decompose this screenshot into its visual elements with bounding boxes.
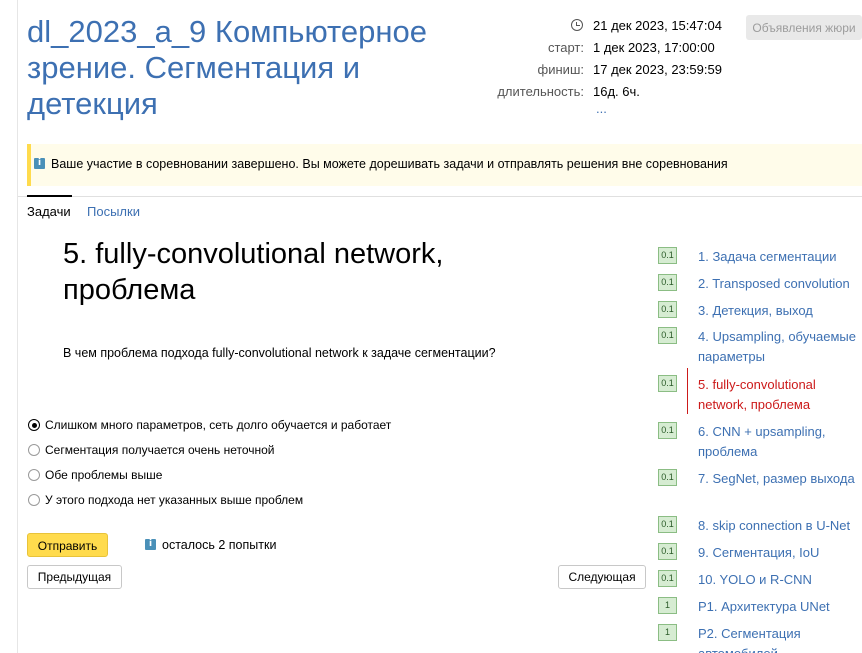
current-time: 21 дек 2023, 15:47:04 <box>593 18 722 33</box>
score-badge: 0.1 <box>658 274 677 291</box>
duration-value: 16д. 6ч. <box>593 84 640 99</box>
participation-notice: i Ваше участие в соревновании завершено.… <box>27 144 862 186</box>
notice-text: Ваше участие в соревновании завершено. В… <box>51 157 728 171</box>
tab-tasks[interactable]: Задачи <box>27 204 71 219</box>
problem-link[interactable]: 8. skip connection в U-Net <box>698 516 862 536</box>
previous-problem-button[interactable]: Предыдущая <box>27 565 122 589</box>
problem-link[interactable]: 7. SegNet, размер выхода <box>698 469 862 489</box>
radio-button[interactable] <box>28 494 40 506</box>
attempts-remaining: осталось 2 попытки <box>162 538 277 552</box>
problem-link[interactable]: P1. Архитектура UNet <box>698 597 862 617</box>
score-badge: 0.1 <box>658 469 677 486</box>
start-value: 1 дек 2023, 17:00:00 <box>593 40 715 55</box>
radio-button[interactable] <box>28 469 40 481</box>
submit-button[interactable]: Отправить <box>27 533 108 557</box>
more-info-link[interactable]: ... <box>596 101 607 116</box>
jury-announcements-button[interactable]: Объявления жюри <box>746 15 862 40</box>
info-icon: i <box>145 539 156 550</box>
problem-link[interactable]: 1. Задача сегментации <box>698 247 862 267</box>
answer-option-label: Сегментация получается очень неточной <box>45 443 275 457</box>
score-badge: 0.1 <box>658 375 677 392</box>
finish-label: финиш: <box>537 62 584 77</box>
radio-button-checked[interactable] <box>28 419 40 431</box>
duration-label: длительность: <box>497 84 584 99</box>
score-badge: 0.1 <box>658 327 677 344</box>
score-badge: 1 <box>658 597 677 614</box>
problem-link[interactable]: P2. Сегментация автомобилей <box>698 624 862 653</box>
problem-list-item[interactable]: 1 P2. Сегментация автомобилей <box>658 624 862 653</box>
score-badge: 0.1 <box>658 422 677 439</box>
problem-title: 5. fully-convolutional network, проблема <box>63 238 444 306</box>
contest-title: dl_2023_a_9 Компьютерное зрение. Сегмент… <box>27 14 427 121</box>
active-item-indicator <box>687 368 688 414</box>
page-left-border <box>17 0 18 653</box>
score-badge: 0.1 <box>658 247 677 264</box>
score-badge: 0.1 <box>658 543 677 560</box>
clock-icon <box>571 19 583 31</box>
problem-link[interactable]: 5. fully-convolutional network, проблема <box>698 375 862 415</box>
answer-option-label: Обе проблемы выше <box>45 468 163 482</box>
problem-question: В чем проблема подхода fully-convolution… <box>63 346 496 360</box>
answer-option-label: У этого подхода нет указанных выше пробл… <box>45 493 304 507</box>
score-badge: 1 <box>658 624 677 641</box>
answer-option-label: Слишком много параметров, сеть долго обу… <box>45 418 392 432</box>
tab-submissions[interactable]: Посылки <box>87 204 140 219</box>
tabs-divider <box>18 196 862 197</box>
score-badge: 0.1 <box>658 570 677 587</box>
problem-link[interactable]: 6. CNN + upsampling, проблема <box>698 422 862 462</box>
problem-link[interactable]: 3. Детекция, выход <box>698 301 862 321</box>
problem-link[interactable]: 10. YOLO и R-CNN <box>698 570 862 590</box>
score-badge: 0.1 <box>658 301 677 318</box>
problem-link[interactable]: 4. Upsampling, обучаемые параметры <box>698 327 862 367</box>
start-label: старт: <box>547 40 584 55</box>
problem-link[interactable]: 9. Сегментация, IoU <box>698 543 862 563</box>
finish-value: 17 дек 2023, 23:59:59 <box>593 62 722 77</box>
active-tab-indicator <box>27 195 72 197</box>
info-icon: i <box>34 158 45 169</box>
score-badge: 0.1 <box>658 516 677 533</box>
next-problem-button[interactable]: Следующая <box>558 565 646 589</box>
radio-button[interactable] <box>28 444 40 456</box>
problem-link[interactable]: 2. Transposed convolution <box>698 274 862 294</box>
